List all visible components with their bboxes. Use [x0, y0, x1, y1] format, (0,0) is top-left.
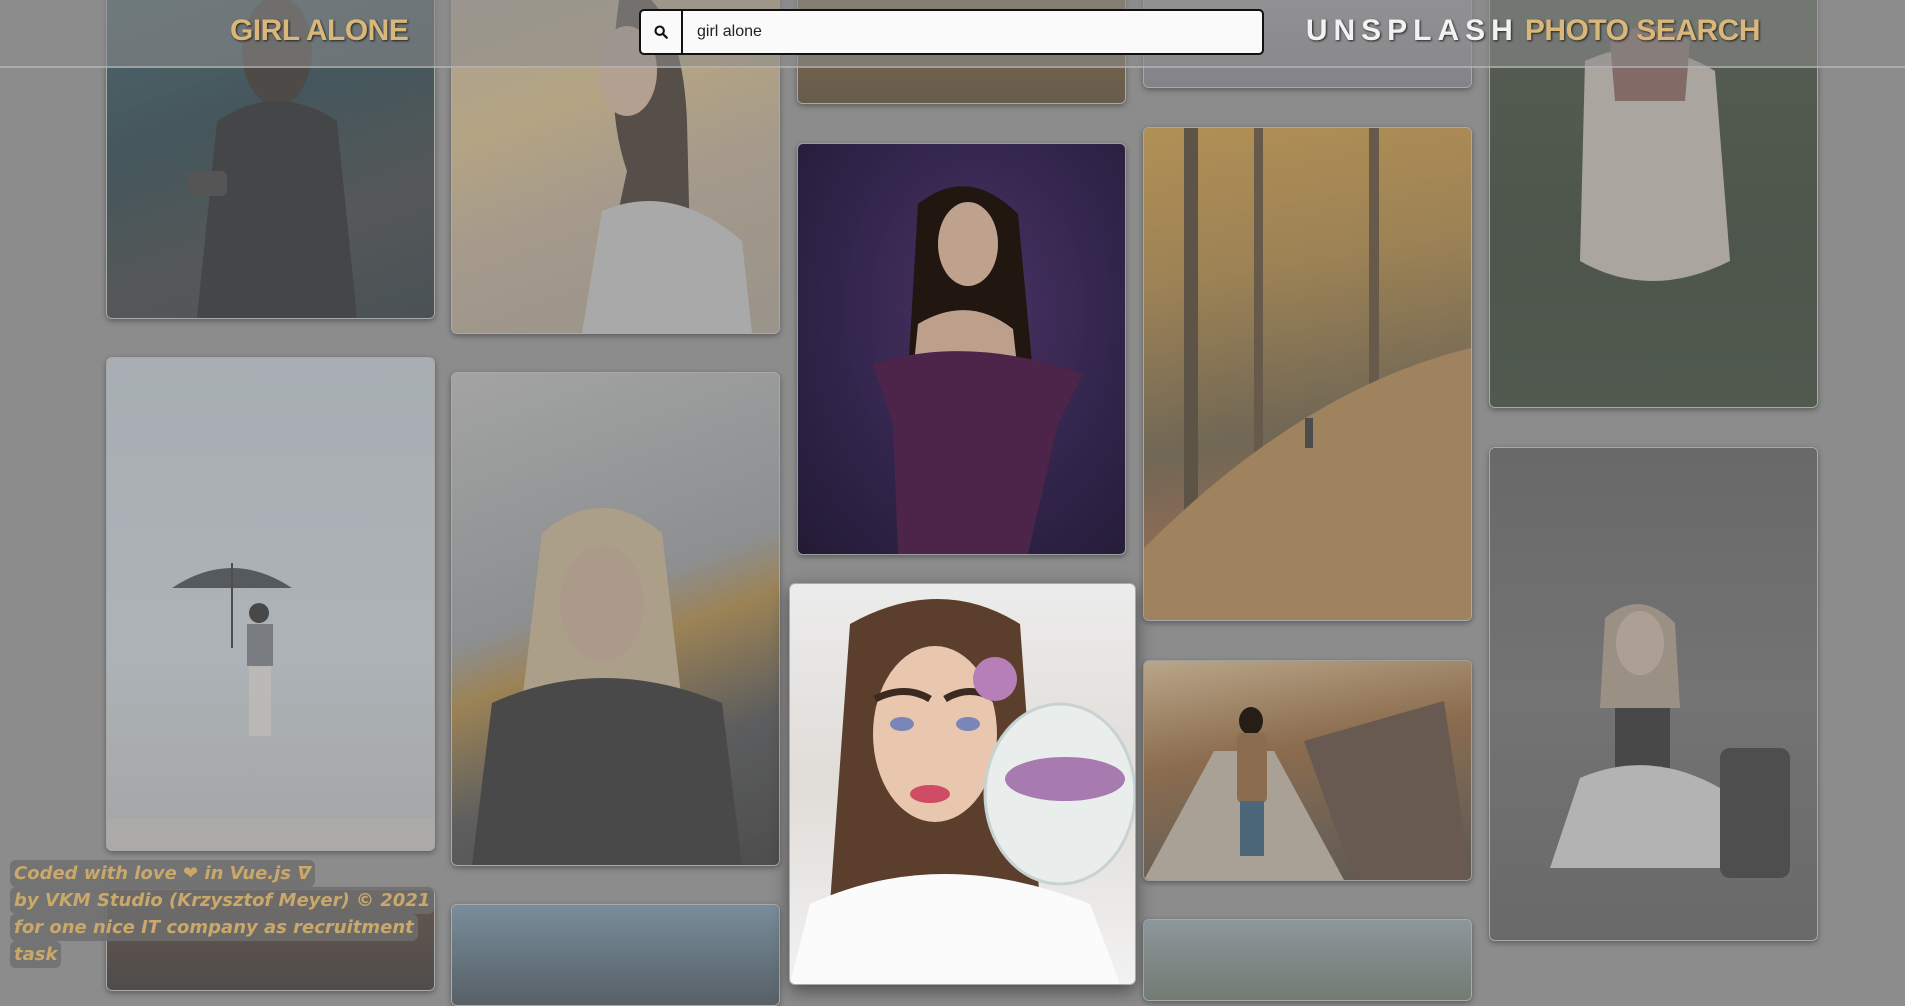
credits-line-3: for one nice IT company as recruitment: [10, 914, 418, 941]
credits-line-2: by VKM Studio (Krzysztof Meyer) © 2021: [10, 887, 435, 914]
photo-card-hovered[interactable]: [789, 583, 1136, 985]
brand-main: UNSPLASH: [1305, 14, 1519, 47]
photo-grid: [0, 0, 1905, 1006]
photo-card[interactable]: [106, 357, 435, 851]
top-header: GIRL ALONE UNSPLASHPHOTO SEARCH: [0, 0, 1905, 68]
photo-card[interactable]: [1143, 660, 1472, 881]
search-button[interactable]: [641, 11, 683, 53]
photo-card[interactable]: [451, 904, 780, 1006]
search-input[interactable]: [683, 11, 1262, 53]
credits: Coded with love ❤ in Vue.js ᐁ by VKM Stu…: [10, 860, 435, 968]
brand-sub: PHOTO SEARCH: [1524, 14, 1761, 47]
app-brand: UNSPLASH PHOTO SEARCH: [1305, 14, 1761, 48]
credits-line-4: task: [10, 941, 62, 968]
photo-card[interactable]: [1489, 447, 1818, 941]
search-bar[interactable]: [639, 9, 1264, 55]
query-title: GIRL ALONE: [230, 14, 409, 47]
photo-card[interactable]: [1143, 919, 1472, 1001]
credits-line-1: Coded with love ❤ in Vue.js ᐁ: [10, 860, 316, 887]
photo-card[interactable]: [1143, 127, 1472, 621]
search-icon: [654, 25, 668, 39]
photo-card[interactable]: [451, 372, 780, 866]
photo-card[interactable]: [797, 143, 1126, 555]
